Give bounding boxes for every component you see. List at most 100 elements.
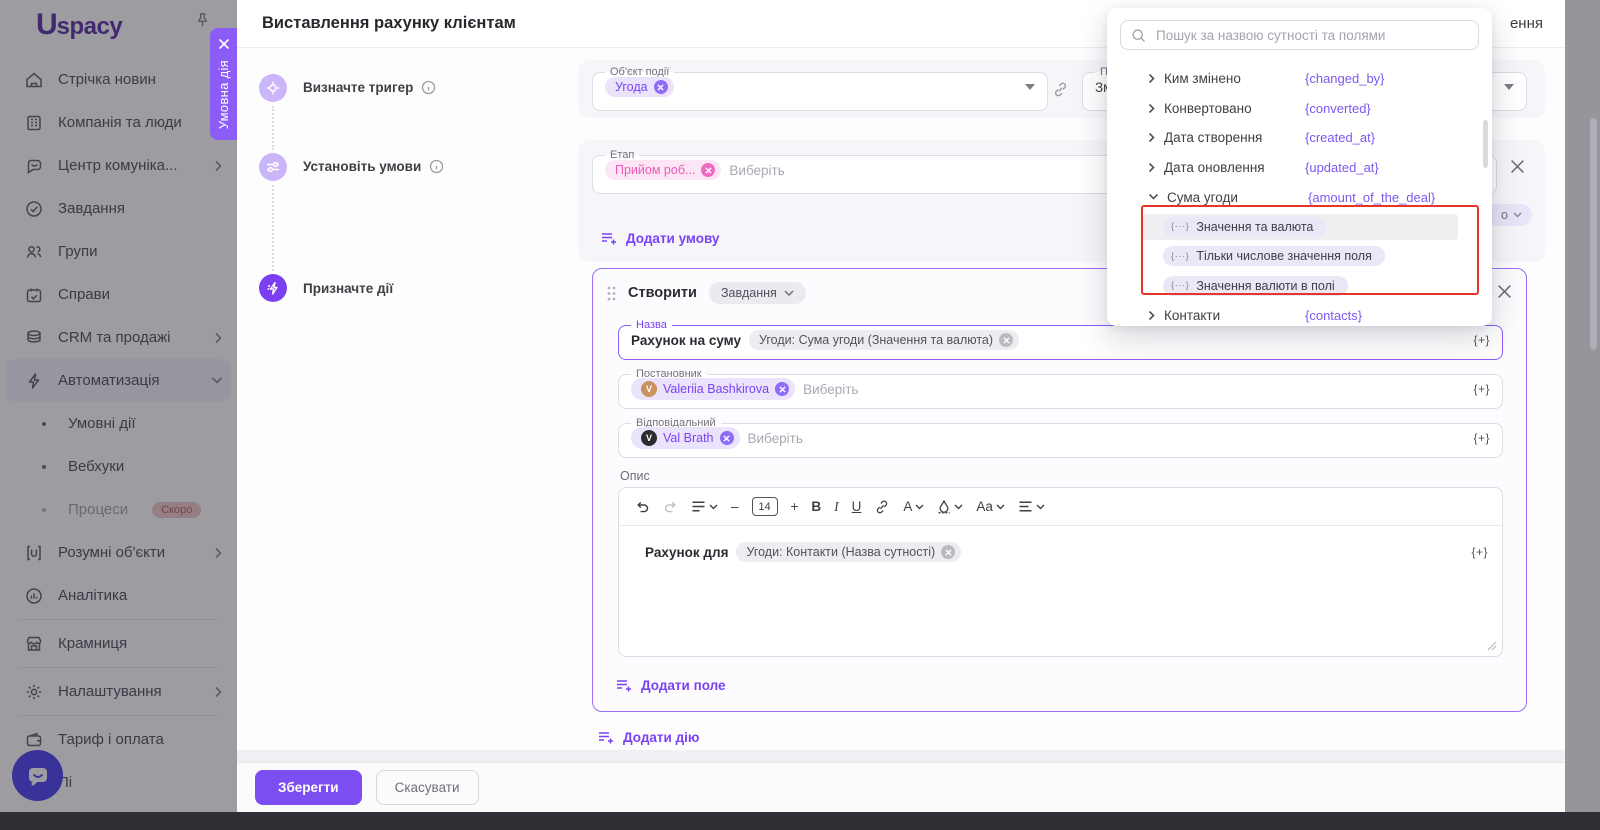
- action-header: Створити Завдання: [607, 282, 806, 304]
- insert-link-button[interactable]: [874, 499, 890, 515]
- page-title: Виставлення рахунку клієнтам: [262, 14, 516, 33]
- list-style-button[interactable]: [691, 500, 718, 513]
- variable-row-updated-at[interactable]: Дата оновлення {updated_at}: [1107, 153, 1492, 183]
- list-plus-icon: [597, 729, 614, 745]
- chevron-right-icon[interactable]: [1148, 73, 1156, 84]
- save-button[interactable]: Зберегти: [255, 770, 362, 805]
- font-size-increase-button[interactable]: +: [791, 499, 799, 514]
- task-name-variable-chip[interactable]: Угоди: Сума угоди (Значення та валюта): [749, 330, 1019, 350]
- add-field-button[interactable]: Додати поле: [615, 677, 726, 693]
- stage-chip[interactable]: Прийом роб...: [605, 160, 721, 180]
- variable-row-created-at[interactable]: Дата створення {created_at}: [1107, 123, 1492, 153]
- editor-content[interactable]: Рахунок для Угоди: Контакти (Назва сутно…: [619, 526, 1502, 562]
- variable-token[interactable]: {changed_by}: [1305, 71, 1385, 86]
- info-icon[interactable]: [421, 80, 436, 95]
- event-object-field[interactable]: Об'єкт події Угода: [592, 67, 1048, 111]
- remove-chip-icon[interactable]: [701, 163, 715, 177]
- variable-row-converted[interactable]: Конвертовано {converted}: [1107, 94, 1492, 124]
- dropdown-scrollbar[interactable]: [1483, 120, 1488, 168]
- sub-variable-row-currency-value[interactable]: {···} Значення валюти в полі: [1107, 271, 1492, 301]
- variable-token[interactable]: {amount_of_the_deal}: [1308, 190, 1435, 205]
- responsible-field[interactable]: Відповідальний V Val Brath Виберіть {+}: [618, 418, 1503, 458]
- font-color-button[interactable]: A: [903, 499, 924, 514]
- add-condition-button[interactable]: Додати умову: [600, 230, 719, 246]
- remove-chip-icon[interactable]: [999, 333, 1013, 347]
- responsible-chip[interactable]: V Val Brath: [631, 427, 740, 449]
- app-stage: Uspacy Стрічка новин Компанія та люди Це…: [0, 0, 1600, 830]
- select-caret-icon[interactable]: [1025, 84, 1035, 90]
- add-action-button[interactable]: Додати дію: [597, 729, 699, 745]
- step3-label-row: Призначте дії: [303, 281, 393, 296]
- insert-variable-button[interactable]: {+}: [1473, 382, 1490, 396]
- chevron-down-icon[interactable]: [1148, 193, 1159, 201]
- action-type-select[interactable]: Завдання: [709, 282, 806, 304]
- info-icon[interactable]: [429, 159, 444, 174]
- chevron-right-icon[interactable]: [1148, 162, 1156, 173]
- sub-variable-chip[interactable]: {···} Значення та валюта: [1163, 217, 1326, 237]
- step3-label: Призначте дії: [303, 281, 393, 296]
- list-plus-icon: [600, 230, 617, 246]
- select-caret-icon[interactable]: [1504, 84, 1514, 90]
- remove-chip-icon[interactable]: [654, 80, 668, 94]
- step2-label-row: Установіть умови: [303, 159, 444, 174]
- step1-label-row: Визначте тригер: [303, 80, 436, 95]
- sub-variable-chip[interactable]: {···} Тільки числове значення поля: [1163, 246, 1385, 266]
- insert-variable-button[interactable]: {+}: [1471, 545, 1488, 559]
- insert-variable-button[interactable]: {+}: [1473, 333, 1490, 347]
- chevron-right-icon[interactable]: [1148, 132, 1156, 143]
- font-size-value[interactable]: 14: [752, 497, 778, 516]
- variable-braces-icon: {···}: [1171, 221, 1189, 232]
- underline-button[interactable]: U: [852, 499, 862, 514]
- conditional-action-tab[interactable]: Умовна дія: [210, 28, 237, 140]
- search-icon: [1131, 28, 1146, 43]
- typography-button[interactable]: Aa: [976, 499, 1005, 514]
- stage-placeholder: Виберіть: [729, 163, 784, 178]
- close-icon[interactable]: [218, 38, 230, 50]
- author-field[interactable]: Постановник V Valeriia Bashkirova Вибері…: [618, 369, 1503, 409]
- bold-button[interactable]: B: [811, 499, 821, 514]
- insert-variable-button[interactable]: {+}: [1473, 431, 1490, 445]
- variable-token[interactable]: {converted}: [1305, 101, 1371, 116]
- variable-token[interactable]: {updated_at}: [1305, 160, 1379, 175]
- remove-chip-icon[interactable]: [720, 431, 734, 445]
- font-size-decrease-button[interactable]: –: [731, 499, 739, 514]
- partial-header-text: ення: [1510, 15, 1543, 32]
- align-button[interactable]: [1018, 500, 1045, 513]
- variables-search[interactable]: [1120, 20, 1479, 50]
- remove-chip-icon[interactable]: [775, 382, 789, 396]
- variable-row-contacts[interactable]: Контакти {contacts}: [1107, 301, 1492, 331]
- author-chip[interactable]: V Valeriia Bashkirova: [631, 378, 795, 400]
- chevron-right-icon[interactable]: [1148, 310, 1156, 321]
- redo-button[interactable]: [663, 499, 678, 514]
- remove-action-icon[interactable]: [1497, 284, 1512, 299]
- drag-handle-icon[interactable]: [607, 286, 616, 301]
- variable-row-amount-of-deal[interactable]: Сума угоди {amount_of_the_deal}: [1107, 182, 1492, 212]
- chevron-right-icon[interactable]: [1148, 103, 1156, 114]
- highlight-color-button[interactable]: [937, 499, 963, 514]
- description-label: Опис: [620, 469, 650, 483]
- variable-row-changed-by[interactable]: Ким змінено {changed_by}: [1107, 64, 1492, 94]
- remove-condition-icon[interactable]: [1510, 159, 1525, 174]
- description-editor[interactable]: – 14 + B I U A Aa Рахунок для Угоди: Кон…: [618, 487, 1503, 657]
- sub-variable-row-numeric-value[interactable]: {···} Тільки числове значення поля: [1107, 242, 1492, 272]
- remove-chip-icon[interactable]: [941, 545, 955, 559]
- variables-list: Ким змінено {changed_by} Конвертовано {c…: [1107, 64, 1492, 330]
- resize-handle-icon[interactable]: [1487, 641, 1497, 651]
- italic-button[interactable]: I: [834, 499, 839, 515]
- variable-token[interactable]: {contacts}: [1305, 308, 1362, 323]
- step3-actions-icon: [259, 274, 287, 302]
- page-scrollbar[interactable]: [1590, 118, 1597, 350]
- content-bottom-band: [237, 750, 1565, 762]
- undo-button[interactable]: [635, 499, 650, 514]
- cancel-button[interactable]: Скасувати: [376, 770, 479, 805]
- description-variable-chip[interactable]: Угоди: Контакти (Назва сутності): [736, 542, 961, 562]
- step1-trigger-icon: [259, 74, 287, 102]
- search-input[interactable]: [1154, 27, 1468, 44]
- event-object-chip[interactable]: Угода: [605, 77, 674, 97]
- sub-variable-row-value-currency[interactable]: {···} Значення та валюта: [1107, 212, 1492, 242]
- variable-braces-icon: {···}: [1171, 251, 1189, 262]
- responsible-placeholder: Виберіть: [748, 431, 803, 446]
- variable-braces-icon: {···}: [1171, 280, 1189, 291]
- variable-token[interactable]: {created_at}: [1305, 130, 1375, 145]
- sub-variable-chip[interactable]: {···} Значення валюти в полі: [1163, 276, 1348, 296]
